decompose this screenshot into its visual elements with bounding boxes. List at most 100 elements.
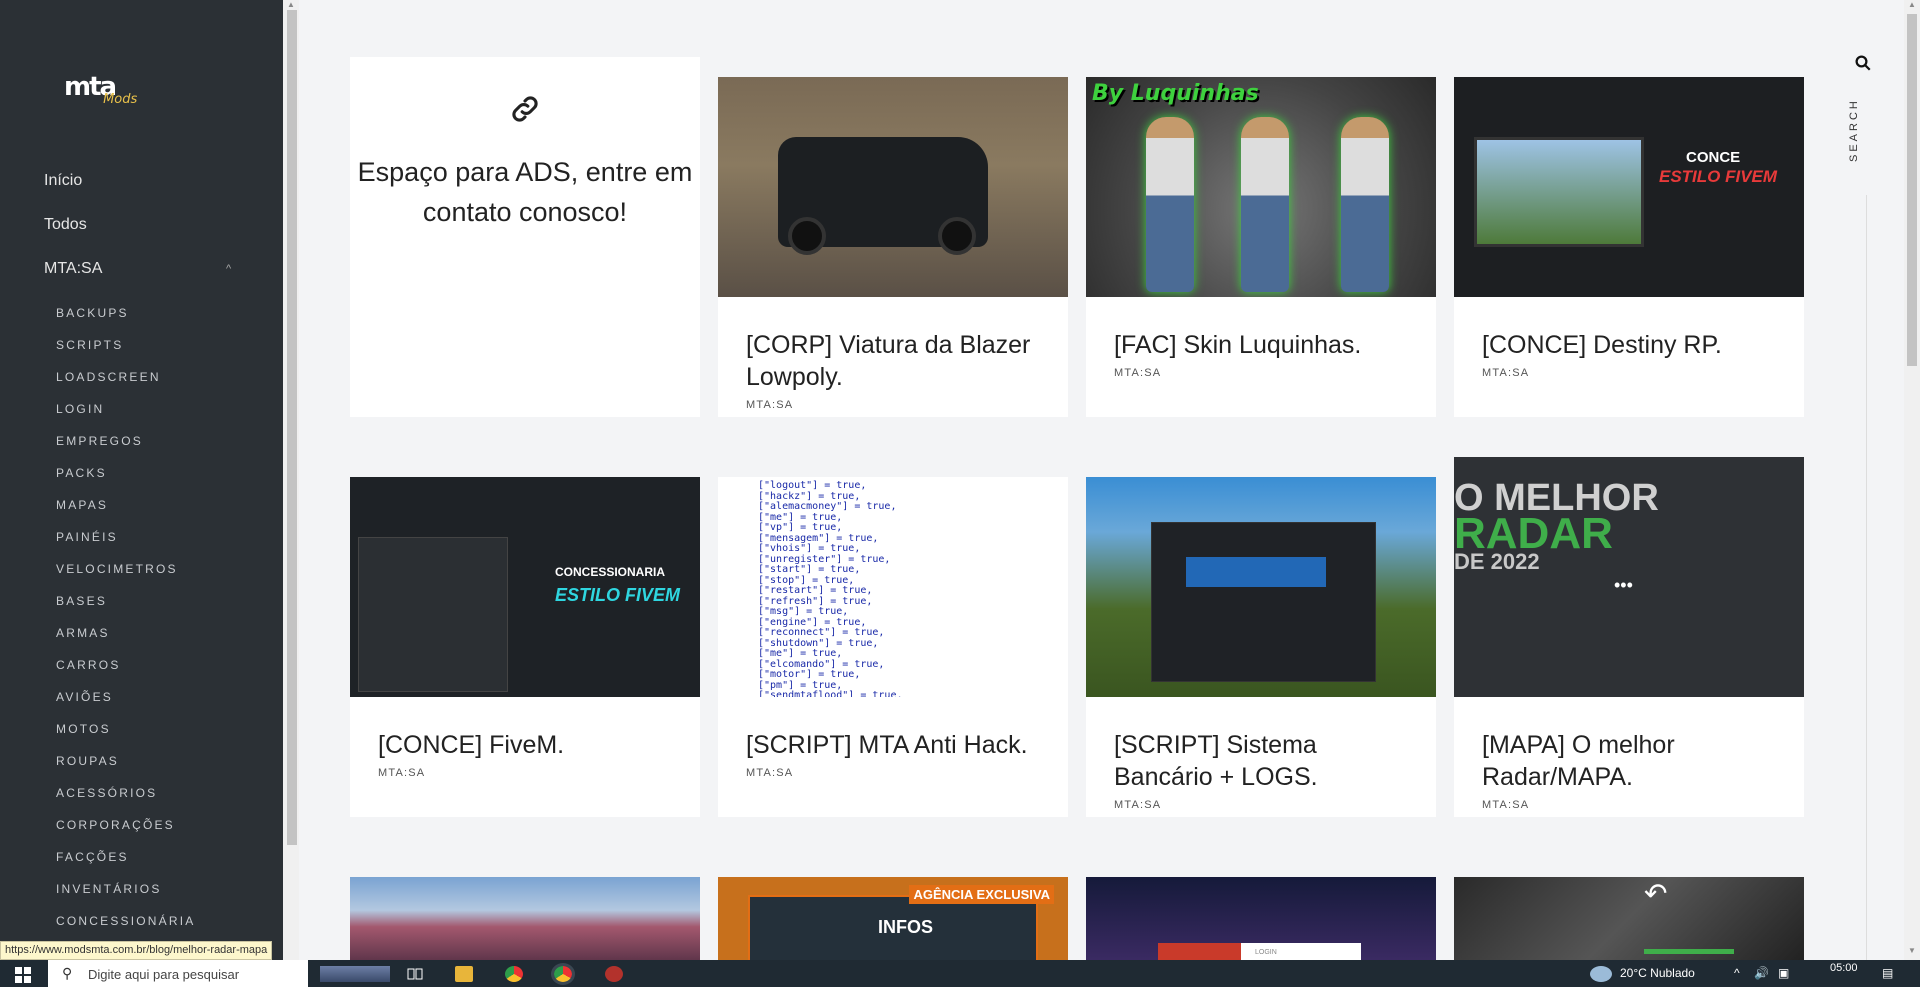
search-icon: ⚲ <box>62 965 73 981</box>
skin-figure-image <box>1146 117 1194 292</box>
post-card[interactable]: CONCE ESTILO FIVEM [CONCE] Destiny RP. M… <box>1454 77 1804 417</box>
sidebar-subitem[interactable]: ACESSÓRIOS <box>56 786 196 818</box>
scroll-down-arrow-icon[interactable]: ▼ <box>1908 946 1916 955</box>
post-card[interactable]: LOGIN <box>1086 877 1436 960</box>
network-icon[interactable]: ▣ <box>1778 966 1789 980</box>
file-explorer-icon[interactable] <box>455 966 473 982</box>
sidebar-subitem[interactable]: LOGIN <box>56 402 196 434</box>
page-scroll-thumb[interactable] <box>1907 14 1917 366</box>
task-view-icon[interactable] <box>407 966 425 982</box>
post-card[interactable]: AGÊNCIA EXCLUSIVA INFOS <box>718 877 1068 960</box>
post-thumbnail[interactable]: ["logout"] = true, ["hackz"] = true, ["a… <box>718 477 1068 697</box>
sidebar-subitem[interactable]: EMPREGOS <box>56 434 196 466</box>
chrome-icon[interactable] <box>505 966 523 982</box>
post-category[interactable]: MTA:SA <box>1086 793 1436 811</box>
post-card[interactable]: ["logout"] = true, ["hackz"] = true, ["a… <box>718 477 1068 817</box>
thumb-caption: ESTILO FIVEM <box>1659 167 1778 186</box>
post-category[interactable]: MTA:SA <box>1454 361 1804 379</box>
post-title[interactable]: [SCRIPT] MTA Anti Hack. <box>718 697 1068 761</box>
sidebar-scroll-thumb[interactable] <box>287 10 297 845</box>
rail-divider <box>1866 195 1867 965</box>
post-thumbnail[interactable]: CONCE ESTILO FIVEM <box>1454 77 1804 297</box>
scroll-up-arrow-icon[interactable]: ▲ <box>287 0 295 9</box>
sidebar-subitem[interactable]: CARROS <box>56 658 196 690</box>
link-icon <box>350 92 700 134</box>
post-card[interactable]: O MELHOR RADAR DE 2022 ••• [MAPA] O melh… <box>1454 457 1804 817</box>
landscape-thumbnail-icon[interactable] <box>320 966 390 982</box>
post-thumbnail[interactable] <box>350 877 700 960</box>
chrome-active-icon[interactable] <box>551 963 575 985</box>
post-category[interactable]: MTA:SA <box>350 761 700 779</box>
notifications-icon[interactable]: ▤ <box>1882 966 1893 980</box>
post-thumbnail[interactable]: CONCESSIONARIA ESTILO FIVEM <box>350 477 700 697</box>
sidebar-subitem[interactable]: VELOCIMETROS <box>56 562 196 594</box>
sidebar-subitem[interactable]: SCRIPTS <box>56 338 196 370</box>
nav-item-todos[interactable]: Todos <box>44 212 102 256</box>
post-title[interactable]: [SCRIPT] Sistema Bancário + LOGS. <box>1086 697 1436 793</box>
sidebar-subitem[interactable]: ARMAS <box>56 626 196 658</box>
status-bar-url: https://www.modsmta.com.br/blog/melhor-r… <box>0 941 273 960</box>
sidebar-subitem[interactable]: PAINÉIS <box>56 530 196 562</box>
scroll-up-arrow-icon[interactable]: ▲ <box>1908 0 1916 9</box>
nav-label: Todos <box>44 216 87 233</box>
post-category[interactable]: MTA:SA <box>1086 361 1436 379</box>
thumb-caption: By Luquinhas <box>1092 81 1259 106</box>
post-card[interactable] <box>350 877 700 960</box>
sidebar-subitem[interactable]: PACKS <box>56 466 196 498</box>
weather-text[interactable]: 20°C Nublado <box>1620 966 1695 980</box>
sidebar-subitem[interactable]: BACKUPS <box>56 306 196 338</box>
post-thumbnail[interactable]: AGÊNCIA EXCLUSIVA INFOS <box>718 877 1068 960</box>
nav-item-mtasa[interactable]: MTA:SA ^ <box>44 256 231 300</box>
post-card[interactable]: CONCESSIONARIA ESTILO FIVEM [CONCE] Five… <box>350 477 700 817</box>
post-card[interactable]: [CORP] Viatura da Blazer Lowpoly. MTA:SA <box>718 77 1068 417</box>
posts-grid: Espaço para ADS, entre em contato conosc… <box>300 0 1844 960</box>
chevron-up-icon[interactable]: ^ <box>226 256 231 282</box>
sidebar-subitem[interactable]: MOTOS <box>56 722 196 754</box>
sidebar-scrollbar[interactable]: ▲ <box>283 0 299 960</box>
nav-item-inicio[interactable]: Início <box>44 168 102 212</box>
post-thumbnail[interactable]: ↶ <box>1454 877 1804 960</box>
sidebar-subitem[interactable]: INVENTÁRIOS <box>56 882 196 914</box>
volume-icon[interactable]: 🔊 <box>1754 966 1769 980</box>
wheel-image <box>938 217 976 255</box>
search-label[interactable]: SEARCH <box>1848 92 1860 162</box>
app-icon[interactable] <box>605 966 623 982</box>
post-thumbnail[interactable]: O MELHOR RADAR DE 2022 ••• <box>1454 457 1804 697</box>
post-title[interactable]: [CONCE] Destiny RP. <box>1454 297 1804 361</box>
post-thumbnail[interactable]: By Luquinhas <box>1086 77 1436 297</box>
sidebar-subitem[interactable]: LOADSCREEN <box>56 370 196 402</box>
search-icon[interactable] <box>1854 54 1874 74</box>
page-scrollbar[interactable]: ▲ ▼ <box>1904 0 1920 960</box>
post-thumbnail[interactable] <box>718 77 1068 297</box>
sidebar-subitem[interactable]: AVIÕES <box>56 690 196 722</box>
main-nav: Início Todos MTA:SA ^ <box>44 168 231 300</box>
sidebar-subitem[interactable]: CORPORAÇÕES <box>56 818 196 850</box>
taskbar-search-input[interactable]: ⚲ Digite aqui para pesquisar <box>48 960 308 987</box>
sidebar-subitem[interactable]: BASES <box>56 594 196 626</box>
ads-card[interactable]: Espaço para ADS, entre em contato conosc… <box>350 57 700 417</box>
post-thumbnail[interactable] <box>1086 477 1436 697</box>
search-placeholder: Digite aqui para pesquisar <box>88 967 240 982</box>
post-category[interactable]: MTA:SA <box>718 393 1068 411</box>
windows-start-icon[interactable] <box>15 967 31 983</box>
post-title[interactable]: [MAPA] O melhor Radar/MAPA. <box>1454 697 1804 793</box>
clock[interactable]: 05:00 <box>1830 962 1858 974</box>
sidebar-subitem[interactable]: ROUPAS <box>56 754 196 786</box>
post-title[interactable]: [CONCE] FiveM. <box>350 697 700 761</box>
post-card[interactable]: [SCRIPT] Sistema Bancário + LOGS. MTA:SA <box>1086 477 1436 817</box>
sidebar-subitem[interactable]: FACÇÕES <box>56 850 196 882</box>
game-screenshot-image <box>1474 137 1644 247</box>
post-title[interactable]: [CORP] Viatura da Blazer Lowpoly. <box>718 297 1068 393</box>
tray-chevron-icon[interactable]: ^ <box>1734 966 1740 980</box>
post-card[interactable]: ↶ <box>1454 877 1804 960</box>
post-category[interactable]: MTA:SA <box>718 761 1068 779</box>
curved-arrow-icon: ↶ <box>1644 878 1668 909</box>
post-title[interactable]: [FAC] Skin Luquinhas. <box>1086 297 1436 361</box>
post-thumbnail[interactable]: LOGIN <box>1086 877 1436 960</box>
post-card[interactable]: By Luquinhas [FAC] Skin Luquinhas. MTA:S… <box>1086 77 1436 417</box>
green-bar-image <box>1644 949 1734 954</box>
site-logo[interactable]: mtaMods <box>64 72 149 107</box>
post-category[interactable]: MTA:SA <box>1454 793 1804 811</box>
more-icon[interactable]: ••• <box>1614 575 1633 596</box>
sidebar-subitem[interactable]: MAPAS <box>56 498 196 530</box>
